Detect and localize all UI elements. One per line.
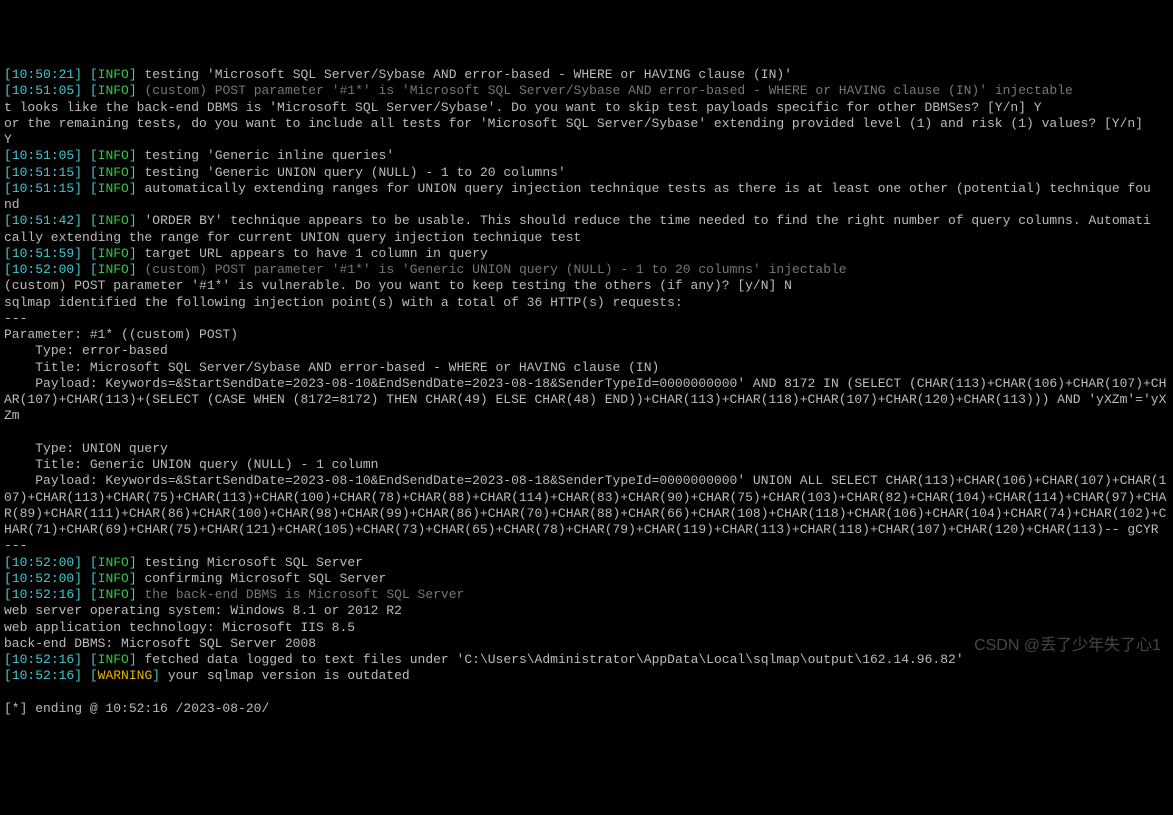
log-line: sqlmap identified the following injectio… xyxy=(4,295,1169,311)
log-line: --- xyxy=(4,538,1169,554)
log-line: [10:51:15] [INFO] automatically extendin… xyxy=(4,181,1169,197)
log-level: INFO xyxy=(98,587,129,602)
timestamp: 10:51:15 xyxy=(12,181,74,196)
log-message: (custom) POST parameter '#1*' is 'Micros… xyxy=(144,83,1072,98)
log-line: cally extending the range for current UN… xyxy=(4,230,1169,246)
log-line: Title: Generic UNION query (NULL) - 1 co… xyxy=(4,457,1169,473)
timestamp: 10:51:05 xyxy=(12,148,74,163)
log-line: web server operating system: Windows 8.1… xyxy=(4,603,1169,619)
log-level: INFO xyxy=(98,165,129,180)
log-message: testing 'Generic inline queries' xyxy=(144,148,394,163)
log-line: Payload: Keywords=&StartSendDate=2023-08… xyxy=(4,376,1169,425)
timestamp: 10:52:00 xyxy=(12,555,74,570)
log-level: INFO xyxy=(98,83,129,98)
log-message: fetched data logged to text files under … xyxy=(144,652,963,667)
timestamp: 10:51:42 xyxy=(12,213,74,228)
log-line: Payload: Keywords=&StartSendDate=2023-08… xyxy=(4,473,1169,538)
log-level: INFO xyxy=(98,181,129,196)
log-line: [10:52:16] [WARNING] your sqlmap version… xyxy=(4,668,1169,684)
log-line: [10:52:00] [INFO] confirming Microsoft S… xyxy=(4,571,1169,587)
log-line: t looks like the back-end DBMS is 'Micro… xyxy=(4,100,1169,116)
log-level: INFO xyxy=(98,148,129,163)
log-line: Type: UNION query xyxy=(4,441,1169,457)
log-line: [10:51:05] [INFO] (custom) POST paramete… xyxy=(4,83,1169,99)
log-message: (custom) POST parameter '#1*' is 'Generi… xyxy=(144,262,846,277)
log-level: INFO xyxy=(98,555,129,570)
log-line: Type: error-based xyxy=(4,343,1169,359)
timestamp: 10:52:16 xyxy=(12,668,74,683)
log-message: automatically extending ranges for UNION… xyxy=(144,181,1150,196)
log-line: --- xyxy=(4,311,1169,327)
log-line: Title: Microsoft SQL Server/Sybase AND e… xyxy=(4,360,1169,376)
log-line: [*] ending @ 10:52:16 /2023-08-20/ xyxy=(4,701,1169,717)
log-message: the back-end DBMS is Microsoft SQL Serve… xyxy=(144,587,464,602)
log-line xyxy=(4,685,1169,701)
timestamp: 10:52:16 xyxy=(12,652,74,667)
log-message: testing 'Microsoft SQL Server/Sybase AND… xyxy=(144,67,792,82)
log-message: 'ORDER BY' technique appears to be usabl… xyxy=(144,213,1150,228)
log-line: Y xyxy=(4,132,1169,148)
log-level: INFO xyxy=(98,213,129,228)
log-message: testing Microsoft SQL Server xyxy=(144,555,362,570)
log-line: [10:51:42] [INFO] 'ORDER BY' technique a… xyxy=(4,213,1169,229)
timestamp: 10:52:00 xyxy=(12,571,74,586)
log-line: nd xyxy=(4,197,1169,213)
timestamp: 10:51:15 xyxy=(12,165,74,180)
log-line xyxy=(4,425,1169,441)
log-line: [10:52:00] [INFO] (custom) POST paramete… xyxy=(4,262,1169,278)
timestamp: 10:50:21 xyxy=(12,67,74,82)
log-level: INFO xyxy=(98,571,129,586)
log-level: INFO xyxy=(98,652,129,667)
log-line: (custom) POST parameter '#1*' is vulnera… xyxy=(4,278,1169,294)
log-line: [10:51:05] [INFO] testing 'Generic inlin… xyxy=(4,148,1169,164)
timestamp: 10:52:00 xyxy=(12,262,74,277)
log-message: target URL appears to have 1 column in q… xyxy=(144,246,487,261)
log-message: testing 'Generic UNION query (NULL) - 1 … xyxy=(144,165,565,180)
terminal-output: [10:50:21] [INFO] testing 'Microsoft SQL… xyxy=(4,67,1169,717)
timestamp: 10:51:59 xyxy=(12,246,74,261)
log-line: back-end DBMS: Microsoft SQL Server 2008 xyxy=(4,636,1169,652)
log-line: Parameter: #1* ((custom) POST) xyxy=(4,327,1169,343)
log-message: your sqlmap version is outdated xyxy=(168,668,410,683)
log-level: INFO xyxy=(98,67,129,82)
timestamp: 10:51:05 xyxy=(12,83,74,98)
log-level: INFO xyxy=(98,262,129,277)
log-message: confirming Microsoft SQL Server xyxy=(144,571,386,586)
log-line: [10:52:16] [INFO] the back-end DBMS is M… xyxy=(4,587,1169,603)
log-line: [10:52:00] [INFO] testing Microsoft SQL … xyxy=(4,555,1169,571)
log-line: [10:51:15] [INFO] testing 'Generic UNION… xyxy=(4,165,1169,181)
timestamp: 10:52:16 xyxy=(12,587,74,602)
log-line: or the remaining tests, do you want to i… xyxy=(4,116,1169,132)
log-level: WARNING xyxy=(98,668,153,683)
log-line: web application technology: Microsoft II… xyxy=(4,620,1169,636)
log-line: [10:51:59] [INFO] target URL appears to … xyxy=(4,246,1169,262)
log-level: INFO xyxy=(98,246,129,261)
log-line: [10:50:21] [INFO] testing 'Microsoft SQL… xyxy=(4,67,1169,83)
